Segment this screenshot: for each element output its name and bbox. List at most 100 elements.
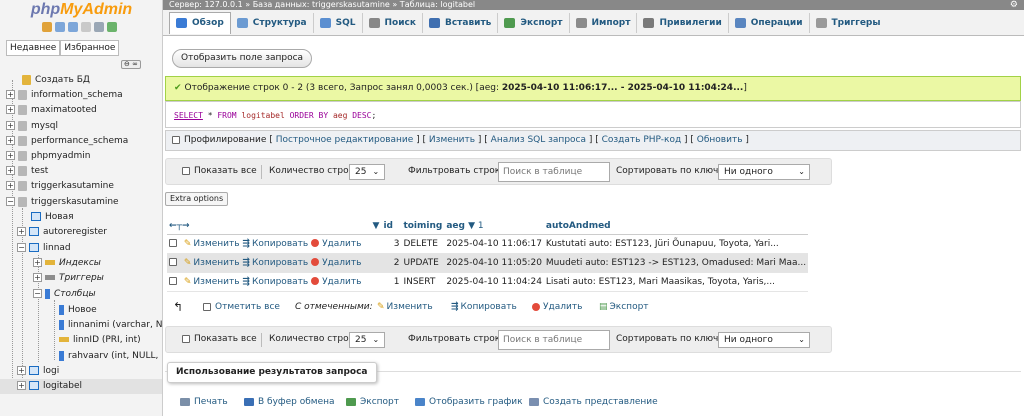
tab-operations[interactable]: Операции <box>729 12 810 33</box>
cell-aeg[interactable]: 2025-04-10 11:04:24 <box>444 272 544 292</box>
home-icon[interactable] <box>42 22 52 32</box>
page-settings-gear-icon[interactable]: ⚙ <box>1010 0 1018 10</box>
tab-export[interactable]: Экспорт <box>498 12 570 33</box>
tree-item-db[interactable]: + maximatooted <box>6 103 97 118</box>
phpmyadmin-logo[interactable]: phpMyAdmin <box>0 0 162 22</box>
rows-count-select[interactable]: 25 ⌄ <box>349 164 386 180</box>
tree-item-column[interactable]: rahvaarv (int, NULL, nu <box>59 349 162 364</box>
filter-rows-input[interactable]: Поиск в таблице <box>498 162 610 182</box>
tab-favorites[interactable]: Избранное <box>60 40 120 56</box>
expand-icon[interactable]: + <box>6 136 15 145</box>
expand-icon[interactable]: + <box>6 151 15 160</box>
expand-icon[interactable]: + <box>6 90 15 99</box>
row-checkbox[interactable] <box>169 239 177 247</box>
tab-import[interactable]: Импорт <box>570 12 638 33</box>
tree-item-table[interactable]: + autoreregister <box>17 225 107 240</box>
tree-item-db-open[interactable]: − triggerskasutamine <box>6 195 119 210</box>
tree-item-columns[interactable]: − Столбцы <box>33 287 96 302</box>
logout-icon[interactable] <box>55 22 65 32</box>
collapse-icon[interactable]: − <box>17 243 26 252</box>
create-php-link[interactable]: Создать PHP-код <box>602 135 682 145</box>
collapse-icon[interactable]: − <box>33 289 42 298</box>
tree-item-db[interactable]: + triggerkasutamine <box>6 179 114 194</box>
expand-icon[interactable]: + <box>6 121 15 130</box>
check-all-checkbox[interactable] <box>203 302 211 311</box>
collapse-all-button[interactable]: ⊖ ∞ <box>121 60 141 69</box>
sort-key-select[interactable]: Ни одного ⌄ <box>718 164 810 180</box>
row-edit-action[interactable]: ✎ Изменить <box>184 258 240 268</box>
col-header-toiming[interactable]: toiming <box>401 218 445 235</box>
tree-item-db[interactable]: + phpmyadmin <box>6 149 90 164</box>
tree-item-db[interactable]: + performance_schema <box>6 134 128 149</box>
cell-id[interactable]: 3 <box>381 234 402 254</box>
show-all-control[interactable]: Показать все <box>182 165 257 178</box>
cell-toiming[interactable]: INSERT <box>401 272 445 292</box>
inline-edit-link[interactable]: Построчное редактирование <box>276 135 414 145</box>
show-all-control[interactable]: Показать все <box>182 333 257 346</box>
col-header-autoandmed[interactable]: autoAndmed <box>543 218 809 235</box>
tab-structure[interactable]: Структура <box>231 12 314 33</box>
export-results-button[interactable]: Экспорт <box>346 397 399 407</box>
cell-aeg[interactable]: 2025-04-10 11:06:17 <box>444 234 544 254</box>
refresh-link[interactable]: Обновить <box>697 135 743 145</box>
cell-toiming[interactable]: DELETE <box>401 234 445 254</box>
row-edit-action[interactable]: ✎ Изменить <box>184 277 240 287</box>
cell-toiming[interactable]: UPDATE <box>401 253 445 273</box>
tree-item-db[interactable]: + mysql <box>6 119 58 134</box>
edit-link[interactable]: Изменить <box>429 135 475 145</box>
collapse-icon[interactable]: − <box>6 197 15 206</box>
row-copy-action[interactable]: ⇶ Копировать <box>242 239 308 249</box>
cell-autoandmed[interactable]: Muudeti auto: EST123 -> EST123, Omadused… <box>543 253 809 273</box>
cell-autoandmed[interactable]: Kustutati auto: EST123, Jüri Õunapuu, To… <box>543 234 809 254</box>
doc-page-icon[interactable] <box>81 22 91 32</box>
bulk-copy-button[interactable]: ⇶ Копировать <box>451 299 517 315</box>
row-checkbox[interactable] <box>169 277 177 285</box>
column-arrows[interactable]: ←┬→ <box>167 218 364 235</box>
check-all-control[interactable]: Отметить все <box>203 299 280 315</box>
cell-autoandmed[interactable]: Lisati auto: EST123, Mari Maasikas, Toyo… <box>543 272 809 292</box>
cell-id[interactable]: 2 <box>381 253 402 273</box>
tab-search[interactable]: Поиск <box>363 12 423 33</box>
col-header-aeg[interactable]: aeg ▼ 1 <box>444 218 544 235</box>
extra-options-button[interactable]: Extra options <box>165 192 229 206</box>
column-resize-arrows-icon[interactable]: ←┬→ <box>169 221 190 231</box>
expand-icon[interactable]: + <box>17 227 26 236</box>
expand-icon[interactable]: + <box>6 181 15 190</box>
expand-icon[interactable]: + <box>33 273 42 282</box>
sort-key-select[interactable]: Ни одного ⌄ <box>718 332 810 348</box>
expand-icon[interactable]: + <box>17 366 26 375</box>
row-copy-action[interactable]: ⇶ Копировать <box>242 258 308 268</box>
copy-clipboard-button[interactable]: В буфер обмена <box>244 397 335 407</box>
bulk-edit-button[interactable]: ✎ Изменить <box>377 299 433 315</box>
display-chart-button[interactable]: Отобразить график <box>415 397 523 407</box>
breadcrumb[interactable]: Сервер: 127.0.0.1 » База данных: trigger… <box>169 0 475 9</box>
show-all-checkbox[interactable] <box>182 166 190 175</box>
row-delete-action[interactable]: Удалить <box>311 277 361 287</box>
show-all-checkbox[interactable] <box>182 334 190 343</box>
docs-icon[interactable] <box>68 22 78 32</box>
create-view-button[interactable]: Создать представление <box>529 397 658 407</box>
row-delete-action[interactable]: Удалить <box>311 258 361 268</box>
tab-privileges[interactable]: Привилегии <box>637 12 729 33</box>
sql-query-display[interactable]: SELECT * FROM logitabel ORDER BY aeg DES… <box>165 101 1021 128</box>
tab-recent[interactable]: Недавнее <box>6 40 61 56</box>
filter-rows-input[interactable]: Поиск в таблице <box>498 330 610 350</box>
col-header-id[interactable]: id <box>381 218 402 235</box>
tab-sql[interactable]: SQL <box>314 12 363 33</box>
sql-keyword-select[interactable]: SELECT <box>174 111 203 120</box>
tree-item-db[interactable]: + information_schema <box>6 88 123 103</box>
tab-triggers[interactable]: Триггеры <box>810 13 887 33</box>
reload-icon[interactable] <box>107 22 117 32</box>
tab-insert[interactable]: Вставить <box>423 12 499 33</box>
row-edit-action[interactable]: ✎ Изменить <box>184 239 240 249</box>
tree-item-triggers[interactable]: + Триггеры <box>33 271 104 286</box>
print-button[interactable]: Печать <box>180 397 228 407</box>
tree-item-table[interactable]: + logi <box>17 364 59 379</box>
expand-icon[interactable]: + <box>17 381 26 390</box>
tree-item-table-open[interactable]: − linnad <box>17 241 71 256</box>
tree-item-db[interactable]: + test <box>6 164 48 179</box>
tree-item-new-column[interactable]: Новое <box>59 303 97 318</box>
row-checkbox[interactable] <box>169 258 177 266</box>
settings-gear-icon[interactable] <box>94 22 104 32</box>
row-delete-action[interactable]: Удалить <box>311 239 361 249</box>
